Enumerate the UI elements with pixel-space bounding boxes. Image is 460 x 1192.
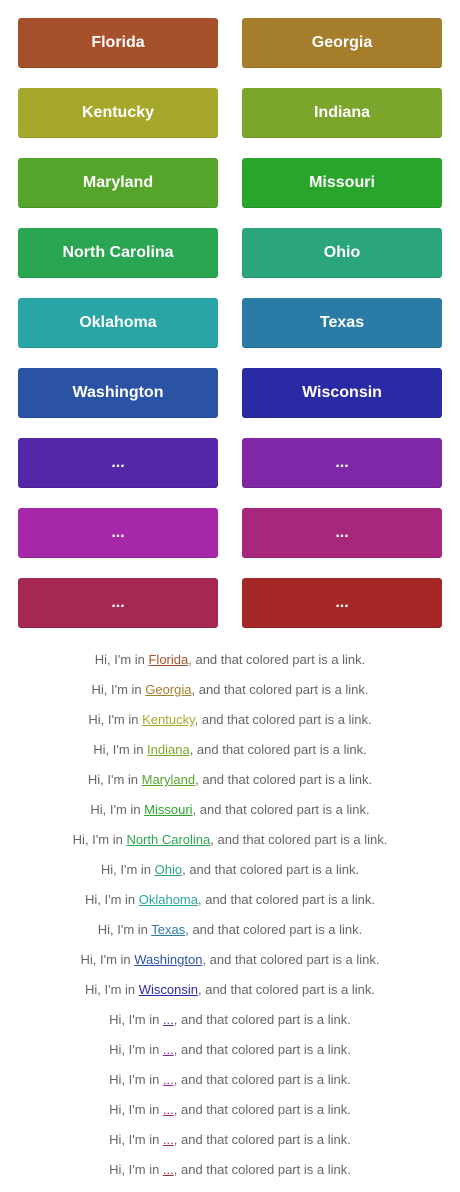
sentence-prefix: Hi, I'm in xyxy=(87,772,142,787)
state-button-indiana[interactable]: Indiana xyxy=(242,88,442,138)
link-florida[interactable]: Florida xyxy=(148,652,188,667)
sentence-prefix: Hi, I'm in xyxy=(91,682,146,697)
sentence-suffix: , and that colored part is a link. xyxy=(185,922,363,937)
sentence-suffix: , and that colored part is a link. xyxy=(188,652,366,667)
state-button-placeholder-5[interactable]: ... xyxy=(18,578,218,628)
sentence-prefix: Hi, I'm in xyxy=(109,1102,163,1117)
sentence-wisconsin: Hi, I'm in Wisconsin, and that colored p… xyxy=(0,975,460,1005)
link-placeholder-5[interactable]: ... xyxy=(163,1132,174,1147)
sentence-suffix: , and that colored part is a link. xyxy=(173,1102,351,1117)
sentence-prefix: Hi, I'm in xyxy=(90,802,145,817)
link-kentucky[interactable]: Kentucky xyxy=(142,712,195,727)
link-wisconsin[interactable]: Wisconsin xyxy=(139,982,198,997)
sentence-florida: Hi, I'm in Florida, and that colored par… xyxy=(0,645,460,675)
state-button-kentucky[interactable]: Kentucky xyxy=(18,88,218,138)
sentence-prefix: Hi, I'm in xyxy=(94,652,149,667)
sentence-prefix: Hi, I'm in xyxy=(100,862,155,877)
sentence-suffix: , and that colored part is a link. xyxy=(173,1012,351,1027)
state-button-georgia[interactable]: Georgia xyxy=(242,18,442,68)
sentence-placeholder-5: Hi, I'm in ..., and that colored part is… xyxy=(0,1125,460,1155)
sentence-prefix: Hi, I'm in xyxy=(109,1012,163,1027)
sentence-texas: Hi, I'm in Texas, and that colored part … xyxy=(0,915,460,945)
link-ohio[interactable]: Ohio xyxy=(155,862,182,877)
sentence-suffix: , and that colored part is a link. xyxy=(173,1042,351,1057)
sentence-maryland: Hi, I'm in Maryland, and that colored pa… xyxy=(0,765,460,795)
link-placeholder-1[interactable]: ... xyxy=(163,1012,174,1027)
sentence-prefix: Hi, I'm in xyxy=(80,952,135,967)
sentence-prefix: Hi, I'm in xyxy=(72,832,127,847)
sentence-suffix: , and that colored part is a link. xyxy=(192,802,370,817)
sentence-prefix: Hi, I'm in xyxy=(109,1072,163,1087)
link-placeholder-2[interactable]: ... xyxy=(163,1042,174,1057)
sentence-kentucky: Hi, I'm in Kentucky, and that colored pa… xyxy=(0,705,460,735)
state-button-placeholder-3[interactable]: ... xyxy=(18,508,218,558)
state-button-florida[interactable]: Florida xyxy=(18,18,218,68)
link-placeholder-3[interactable]: ... xyxy=(163,1072,174,1087)
state-button-ohio[interactable]: Ohio xyxy=(242,228,442,278)
sentence-suffix: , and that colored part is a link. xyxy=(182,862,360,877)
sentence-suffix: , and that colored part is a link. xyxy=(173,1132,351,1147)
sentence-suffix: , and that colored part is a link. xyxy=(195,772,373,787)
sentence-prefix: Hi, I'm in xyxy=(109,1042,163,1057)
sentence-prefix: Hi, I'm in xyxy=(97,922,152,937)
sentence-suffix: , and that colored part is a link. xyxy=(210,832,388,847)
link-north-carolina[interactable]: North Carolina xyxy=(126,832,210,847)
link-missouri[interactable]: Missouri xyxy=(144,802,192,817)
sentence-placeholder-4: Hi, I'm in ..., and that colored part is… xyxy=(0,1095,460,1125)
sentence-washington: Hi, I'm in Washington, and that colored … xyxy=(0,945,460,975)
link-indiana[interactable]: Indiana xyxy=(147,742,190,757)
state-button-oklahoma[interactable]: Oklahoma xyxy=(18,298,218,348)
sentence-suffix: , and that colored part is a link. xyxy=(202,952,380,967)
state-button-placeholder-1[interactable]: ... xyxy=(18,438,218,488)
state-button-missouri[interactable]: Missouri xyxy=(242,158,442,208)
state-button-placeholder-6[interactable]: ... xyxy=(242,578,442,628)
sentence-prefix: Hi, I'm in xyxy=(84,892,139,907)
state-button-placeholder-2[interactable]: ... xyxy=(242,438,442,488)
link-texas[interactable]: Texas xyxy=(151,922,185,937)
sentence-placeholder-1: Hi, I'm in ..., and that colored part is… xyxy=(0,1005,460,1035)
sentence-prefix: Hi, I'm in xyxy=(93,742,148,757)
link-maryland[interactable]: Maryland xyxy=(142,772,195,787)
state-button-washington[interactable]: Washington xyxy=(18,368,218,418)
sentence-suffix: , and that colored part is a link. xyxy=(191,682,369,697)
sentence-placeholder-2: Hi, I'm in ..., and that colored part is… xyxy=(0,1035,460,1065)
sentence-missouri: Hi, I'm in Missouri, and that colored pa… xyxy=(0,795,460,825)
sentence-ohio: Hi, I'm in Ohio, and that colored part i… xyxy=(0,855,460,885)
sentence-placeholder-6: Hi, I'm in ..., and that colored part is… xyxy=(0,1155,460,1185)
sentence-suffix: , and that colored part is a link. xyxy=(189,742,367,757)
sentence-oklahoma: Hi, I'm in Oklahoma, and that colored pa… xyxy=(0,885,460,915)
state-button-maryland[interactable]: Maryland xyxy=(18,158,218,208)
state-button-grid: Florida Georgia Kentucky Indiana Marylan… xyxy=(18,18,442,628)
link-placeholder-6[interactable]: ... xyxy=(163,1162,174,1177)
state-button-wisconsin[interactable]: Wisconsin xyxy=(242,368,442,418)
sentence-suffix: , and that colored part is a link. xyxy=(197,982,376,997)
sentence-suffix: , and that colored part is a link. xyxy=(173,1072,351,1087)
sentence-indiana: Hi, I'm in Indiana, and that colored par… xyxy=(0,735,460,765)
sentence-suffix: , and that colored part is a link. xyxy=(194,712,372,727)
sentence-prefix: Hi, I'm in xyxy=(84,982,139,997)
state-button-north-carolina[interactable]: North Carolina xyxy=(18,228,218,278)
sentence-north-carolina: Hi, I'm in North Carolina, and that colo… xyxy=(0,825,460,855)
link-washington[interactable]: Washington xyxy=(134,952,202,967)
sentence-suffix: , and that colored part is a link. xyxy=(173,1162,351,1177)
state-button-texas[interactable]: Texas xyxy=(242,298,442,348)
link-placeholder-4[interactable]: ... xyxy=(163,1102,174,1117)
sentence-prefix: Hi, I'm in xyxy=(109,1132,163,1147)
sentence-suffix: , and that colored part is a link. xyxy=(197,892,376,907)
link-georgia[interactable]: Georgia xyxy=(145,682,191,697)
state-button-placeholder-4[interactable]: ... xyxy=(242,508,442,558)
sentence-prefix: Hi, I'm in xyxy=(88,712,143,727)
sentence-list: Hi, I'm in Florida, and that colored par… xyxy=(0,645,460,1185)
sentence-prefix: Hi, I'm in xyxy=(109,1162,163,1177)
sentence-georgia: Hi, I'm in Georgia, and that colored par… xyxy=(0,675,460,705)
link-oklahoma[interactable]: Oklahoma xyxy=(139,892,198,907)
sentence-placeholder-3: Hi, I'm in ..., and that colored part is… xyxy=(0,1065,460,1095)
